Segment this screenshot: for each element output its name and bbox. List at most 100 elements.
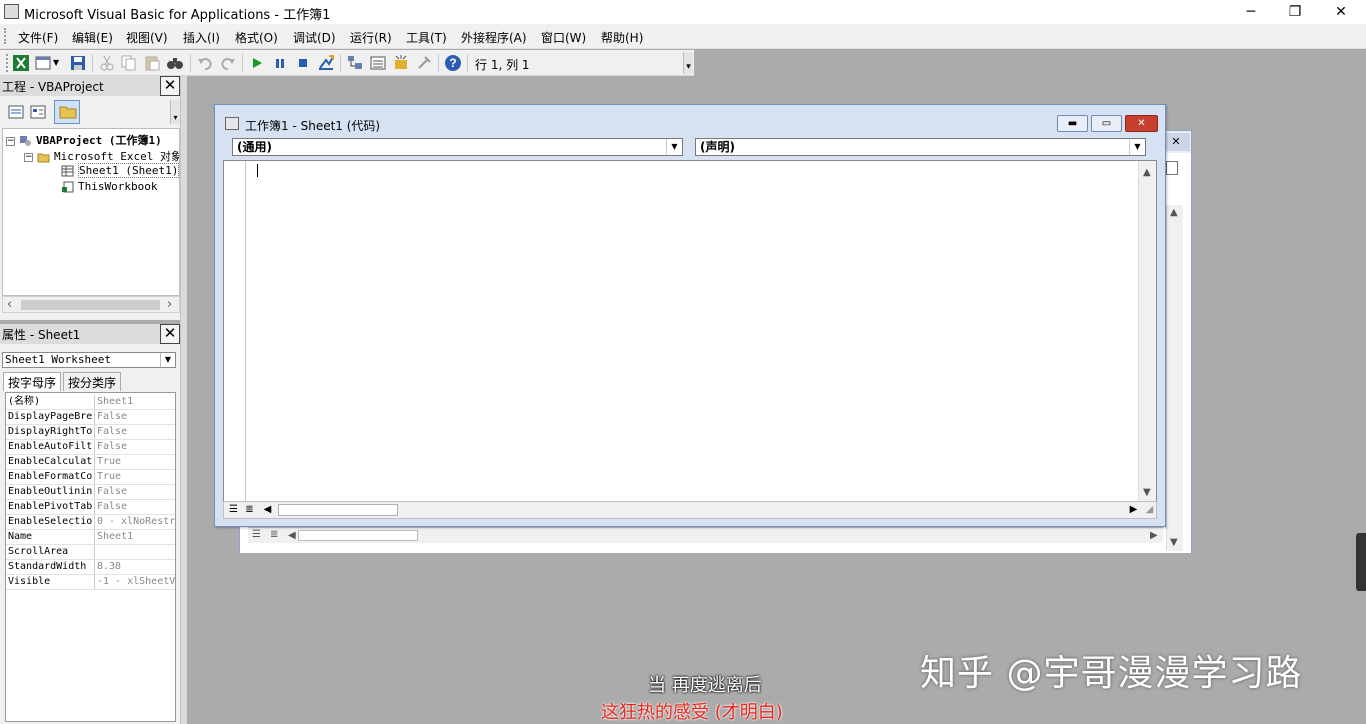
project-explorer-icon[interactable] [346,54,364,72]
tree-item-vbaproject[interactable]: − VBAProject (工作簿1) [6,132,162,148]
insert-dropdown-icon[interactable]: ▼ [53,54,63,72]
menu-insert[interactable]: 插入(I) [183,29,220,46]
save-icon[interactable] [69,54,87,72]
property-row[interactable]: DisplayRightTo False [6,425,175,440]
scroll-right-arrow[interactable]: ▶ [1126,503,1141,517]
chevron-down-icon[interactable]: ▼ [666,139,682,155]
scroll-down-arrow[interactable]: ▼ [1170,537,1178,548]
scroll-right-arrow[interactable]: › [167,297,172,312]
menu-tools[interactable]: 工具(T) [406,29,447,46]
property-value[interactable]: True [94,470,175,484]
property-value[interactable]: Sheet1 [94,395,175,409]
toolbar-options-icon[interactable]: ▾ [683,52,693,74]
property-row[interactable]: ScrollArea [6,545,175,560]
property-row[interactable]: EnableAutoFilt False [6,440,175,455]
property-row[interactable]: EnablePivotTab False [6,500,175,515]
property-row[interactable]: StandardWidth 8.38 [6,560,175,575]
background-code-vscrollbar[interactable]: ▲ ▼ [1166,205,1183,551]
menu-run[interactable]: 运行(R) [350,29,392,46]
pane-splitter[interactable] [180,76,187,724]
menu-window[interactable]: 窗口(W) [541,29,586,46]
code-hscrollbar[interactable]: ☰ ≣ ◀ ▶ ◢ [223,501,1157,519]
project-pane-close-button[interactable]: ✕ [160,76,180,96]
view-code-icon[interactable] [6,102,26,122]
project-toolbar-options-icon[interactable]: ▾ [170,100,180,124]
background-code-hscrollbar[interactable]: ☰ ≣ ◀ ▶ [248,527,1163,543]
run-icon[interactable] [248,54,266,72]
menu-grip[interactable] [4,28,8,44]
restore-button[interactable]: ❐ [1272,2,1318,22]
minimize-button[interactable]: ─ [1228,2,1274,22]
property-row[interactable]: EnableOutlinin False [6,485,175,500]
code-margin-indicator-bar[interactable] [224,161,246,501]
menu-debug[interactable]: 调试(D) [293,29,336,46]
menu-edit[interactable]: 编辑(E) [72,29,113,46]
view-object-icon[interactable] [28,102,48,122]
chevron-down-icon[interactable]: ▼ [1129,139,1145,155]
paste-icon[interactable] [143,54,161,72]
property-value[interactable]: True [94,455,175,469]
procedure-combo[interactable]: (声明) ▼ [695,138,1146,156]
cut-icon[interactable] [98,54,116,72]
tree-item-excel-objects[interactable]: − Microsoft Excel 对象 [24,148,179,164]
toolbox-icon[interactable] [415,54,433,72]
tab-alphabetic[interactable]: 按字母序 [3,372,62,391]
scroll-left-arrow[interactable]: ◀ [260,503,275,517]
menu-format[interactable]: 格式(O) [235,29,278,46]
close-button[interactable]: ✕ [1318,2,1364,22]
property-row[interactable]: EnableSelectio 0 - xlNoRestr [6,515,175,530]
property-row[interactable]: DisplayPageBre False [6,410,175,425]
properties-icon[interactable] [369,54,387,72]
full-module-view-icon[interactable]: ≣ [242,503,257,517]
property-value[interactable]: -1 - xlSheetV [94,575,175,589]
reset-icon[interactable] [294,54,312,72]
close-icon[interactable]: ✕ [1162,133,1190,151]
scroll-down-arrow[interactable]: ▼ [1143,487,1151,498]
menu-help[interactable]: 帮助(H) [601,29,643,46]
code-window[interactable]: 工作簿1 - Sheet1 (代码) ▬ ▭ ✕ (通用) ▼ (声明) ▼ ▲… [214,104,1166,527]
property-value[interactable]: False [94,425,175,439]
collapse-toggle-icon[interactable]: − [6,136,15,146]
collapse-toggle-icon[interactable]: − [24,152,33,162]
property-value[interactable]: 0 - xlNoRestr [94,515,175,529]
side-panel-handle[interactable] [1356,533,1366,591]
property-row[interactable]: Name Sheet1 [6,530,175,545]
code-editor[interactable]: ▲ ▼ [223,160,1157,502]
menu-file[interactable]: 文件(F) [18,29,58,46]
scroll-up-arrow[interactable]: ▲ [1170,207,1178,218]
code-vscrollbar[interactable]: ▲ ▼ [1138,161,1156,501]
procedure-view-icon[interactable]: ☰ [252,529,261,540]
scroll-up-arrow[interactable]: ▲ [1143,167,1151,178]
project-tree-hscrollbar[interactable]: ‹ › [2,296,180,313]
property-row[interactable]: (名称) Sheet1 [6,395,175,410]
full-module-view-icon[interactable]: ≣ [270,529,278,540]
property-row[interactable]: EnableCalculat True [6,455,175,470]
code-window-minimize-button[interactable]: ▬ [1057,115,1088,132]
code-window-titlebar[interactable]: 工作簿1 - Sheet1 (代码) ▬ ▭ ✕ [215,105,1165,137]
scroll-left-arrow[interactable]: ‹ [7,297,12,312]
scroll-thumb[interactable] [298,530,418,541]
break-icon[interactable] [271,54,289,72]
find-icon[interactable] [166,54,184,72]
property-row[interactable]: EnableFormatCo True [6,470,175,485]
procedure-view-icon[interactable]: ☰ [226,503,241,517]
property-value[interactable] [94,545,175,559]
tree-item-sheet1[interactable]: Sheet1 (Sheet1) [61,163,179,178]
redo-icon[interactable] [219,54,237,72]
property-value[interactable]: False [94,410,175,424]
toolbar-grip[interactable] [6,54,8,72]
tab-categorized[interactable]: 按分类序 [63,372,122,391]
help-icon[interactable]: ? [444,54,462,72]
code-window-restore-button[interactable]: ▭ [1091,115,1122,132]
scroll-right-arrow[interactable]: ▶ [1150,530,1158,541]
split-bar-handle[interactable] [1166,161,1178,175]
menu-addins[interactable]: 外接程序(A) [461,29,527,46]
scroll-thumb[interactable] [21,300,160,310]
scroll-left-arrow[interactable]: ◀ [288,530,296,541]
property-value[interactable]: False [94,485,175,499]
menu-view[interactable]: 视图(V) [126,29,168,46]
property-value[interactable]: False [94,440,175,454]
code-window-close-button[interactable]: ✕ [1125,115,1158,132]
insert-module-icon[interactable] [35,54,53,72]
design-mode-icon[interactable] [317,54,335,72]
